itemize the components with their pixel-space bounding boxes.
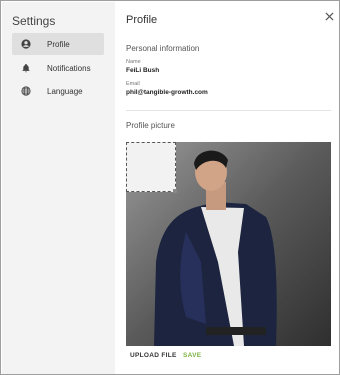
section-divider: [126, 110, 331, 111]
personal-info-heading: Personal information: [126, 44, 200, 53]
sidebar: Settings Profile Notifications Language: [2, 2, 115, 374]
save-button[interactable]: SAVE: [183, 352, 201, 359]
sidebar-item-label: Language: [47, 86, 83, 96]
name-label: Name: [126, 59, 141, 65]
email-value: phil@tangible-growth.com: [126, 89, 208, 96]
sidebar-item-label: Profile: [47, 39, 70, 49]
sidebar-item-language[interactable]: Language: [12, 80, 104, 102]
name-value: FeiLi Bush: [126, 67, 160, 74]
crop-selection[interactable]: [126, 142, 177, 193]
profile-panel: Profile Personal information Name FeiLi …: [115, 2, 339, 374]
globe-icon: [20, 85, 32, 97]
email-label: Email: [126, 81, 140, 87]
profile-picture-heading: Profile picture: [126, 121, 175, 130]
close-icon: [324, 11, 334, 21]
profile-picture-editor[interactable]: [126, 142, 331, 346]
settings-dialog: Settings Profile Notifications Language …: [0, 0, 340, 375]
sidebar-title: Settings: [12, 14, 56, 28]
sidebar-item-label: Notifications: [47, 63, 91, 73]
sidebar-item-notifications[interactable]: Notifications: [12, 57, 104, 79]
upload-file-button[interactable]: UPLOAD FILE: [130, 352, 177, 359]
sidebar-item-profile[interactable]: Profile: [12, 33, 104, 55]
close-button[interactable]: [323, 10, 335, 22]
page-title: Profile: [126, 14, 158, 26]
account-circle-icon: [20, 38, 32, 50]
crop-resize-handle[interactable]: [173, 189, 177, 193]
bell-icon: [20, 62, 32, 74]
